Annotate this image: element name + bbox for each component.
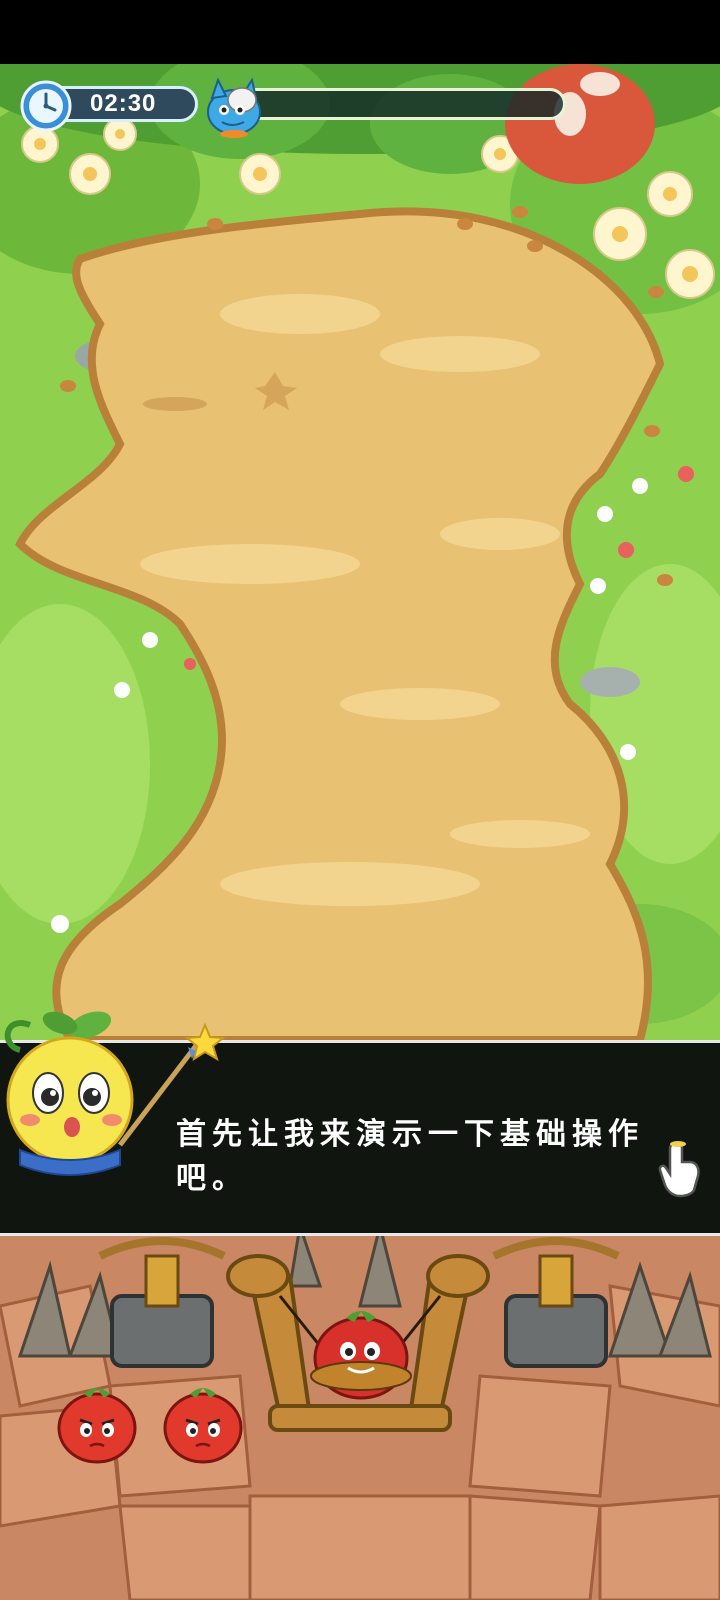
- status-bar: [0, 0, 720, 64]
- queued-tomato-icon[interactable]: [158, 1376, 248, 1466]
- loaded-tomato-icon[interactable]: [306, 1296, 416, 1406]
- wave-progress-bar: [226, 88, 566, 120]
- boss-avatar-icon: [207, 77, 261, 138]
- clock-icon: [20, 80, 72, 132]
- launcher-base[interactable]: [0, 1236, 720, 1600]
- tap-hand-icon: [658, 1141, 700, 1198]
- dialog-text: 首先让我来演示一下基础操作吧。: [176, 1117, 644, 1196]
- timer-text: 02:30: [90, 90, 157, 117]
- dirt-path: [15, 206, 673, 1040]
- queued-tomato-icon[interactable]: [52, 1376, 142, 1466]
- top-hud: 02:30: [10, 72, 566, 138]
- onion-guide-icon: [4, 1011, 226, 1176]
- game-field[interactable]: [0, 64, 720, 1040]
